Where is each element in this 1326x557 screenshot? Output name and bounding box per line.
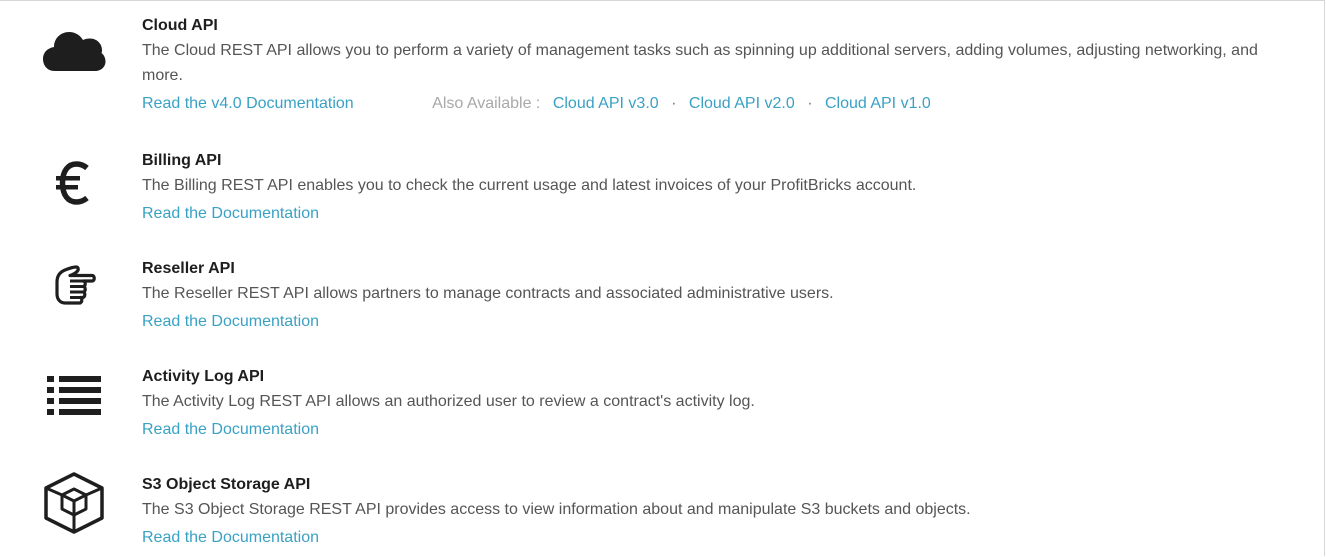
cloud-api-v2-link[interactable]: Cloud API v2.0 bbox=[689, 95, 795, 112]
separator-dot: · bbox=[807, 95, 813, 112]
api-links: Read the Documentation bbox=[142, 528, 1296, 548]
cloud-api-v3-link[interactable]: Cloud API v3.0 bbox=[553, 95, 659, 112]
read-documentation-link[interactable]: Read the Documentation bbox=[142, 529, 319, 546]
api-title: S3 Object Storage API bbox=[142, 476, 311, 493]
separator-dot: · bbox=[671, 95, 677, 112]
api-description: The Activity Log REST API allows an auth… bbox=[142, 393, 755, 410]
api-description: The Billing REST API enables you to chec… bbox=[142, 177, 917, 194]
cloud-icon bbox=[38, 18, 110, 82]
read-documentation-link[interactable]: Read the Documentation bbox=[142, 205, 319, 222]
hand-pointer-icon bbox=[38, 255, 110, 319]
euro-icon bbox=[38, 151, 110, 215]
api-title: Activity Log API bbox=[142, 368, 265, 385]
api-links: Read the Documentation bbox=[142, 420, 1296, 440]
api-links: Read the v4.0 Documentation Also Availab… bbox=[142, 94, 1296, 114]
api-description: The Reseller REST API allows partners to… bbox=[142, 285, 834, 302]
cloud-api-v1-link[interactable]: Cloud API v1.0 bbox=[825, 95, 931, 112]
list-icon bbox=[38, 365, 110, 429]
api-description: The Cloud REST API allows you to perform… bbox=[142, 42, 1258, 84]
api-description: The S3 Object Storage REST API provides … bbox=[142, 501, 971, 518]
also-available-label: Also Available : bbox=[432, 95, 541, 112]
read-documentation-link[interactable]: Read the Documentation bbox=[142, 421, 319, 438]
read-v4-documentation-link[interactable]: Read the v4.0 Documentation bbox=[142, 95, 354, 112]
also-available: Also Available : Cloud API v3.0 · Cloud … bbox=[432, 95, 931, 112]
read-documentation-link[interactable]: Read the Documentation bbox=[142, 313, 319, 330]
api-title: Billing API bbox=[142, 152, 222, 169]
cube-icon bbox=[38, 471, 110, 535]
api-links: Read the Documentation bbox=[142, 204, 1296, 224]
api-title: Reseller API bbox=[142, 260, 235, 277]
api-title: Cloud API bbox=[142, 17, 218, 34]
api-links: Read the Documentation bbox=[142, 312, 1296, 332]
